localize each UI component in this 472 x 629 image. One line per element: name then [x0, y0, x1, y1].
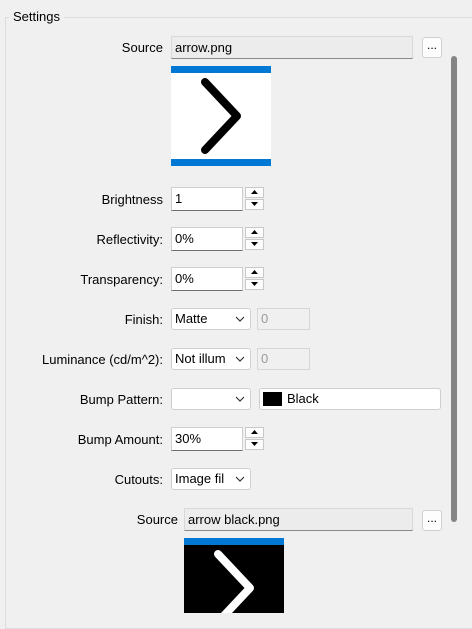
brightness-input[interactable]: 1 — [171, 187, 243, 211]
brightness-spin-down[interactable] — [245, 199, 264, 210]
color-swatch — [263, 392, 282, 406]
luminance-dropdown[interactable]: Not illum — [171, 348, 251, 370]
arrow-up-icon — [251, 190, 258, 194]
luminance-dropdown-value: Not illum — [175, 351, 226, 366]
arrow-up-icon — [251, 430, 258, 434]
reflectivity-spin-down[interactable] — [245, 239, 264, 250]
chevron-down-icon — [235, 356, 245, 362]
settings-group-title: Settings — [9, 9, 64, 24]
bump-pattern-label: Bump Pattern: — [79, 392, 163, 407]
bump-amount-spin-up[interactable] — [245, 427, 264, 438]
brightness-label: Brightness — [101, 192, 163, 207]
cutouts-label: Cutouts: — [114, 472, 163, 487]
finish-dropdown[interactable]: Matte — [171, 308, 251, 330]
arrow-down-icon — [251, 202, 258, 206]
arrow-up-icon — [251, 270, 258, 274]
source-label: Source — [121, 40, 163, 55]
browse-source-button[interactable]: ... — [422, 37, 442, 58]
chevron-down-icon — [235, 316, 245, 322]
chevron-down-icon — [235, 476, 245, 482]
arrow-down-icon — [251, 282, 258, 286]
bump-color-name: Black — [287, 391, 319, 406]
transparency-spin-up[interactable] — [245, 267, 264, 278]
transparency-label: Transparency: — [80, 272, 163, 287]
finish-dropdown-value: Matte — [175, 311, 208, 326]
luminance-value-field: 0 — [257, 348, 310, 370]
bump-color-button[interactable]: Black — [259, 388, 441, 410]
browse-cutout-source-button[interactable]: ... — [422, 510, 442, 531]
transparency-input[interactable]: 0% — [171, 267, 243, 291]
cutout-preview-image — [184, 538, 284, 613]
chevron-right-icon — [201, 78, 241, 154]
cutout-source-label: Source — [136, 512, 178, 527]
chevron-right-icon — [214, 550, 254, 613]
finish-label: Finish: — [124, 312, 163, 327]
source-field[interactable]: arrow.png — [171, 36, 413, 59]
cutouts-dropdown[interactable]: Image fil — [171, 468, 251, 490]
bump-amount-spin-down[interactable] — [245, 439, 264, 450]
bump-amount-label: Bump Amount: — [77, 432, 163, 447]
brightness-spin-up[interactable] — [245, 187, 264, 198]
reflectivity-spin-up[interactable] — [245, 227, 264, 238]
scrollbar-thumb[interactable] — [451, 56, 457, 522]
arrow-down-icon — [251, 442, 258, 446]
bump-pattern-dropdown[interactable] — [171, 388, 251, 410]
reflectivity-label: Reflectivity: — [96, 232, 163, 247]
arrow-up-icon — [251, 230, 258, 234]
luminance-label: Luminance (cd/m^2): — [42, 352, 163, 367]
cutouts-dropdown-value: Image fil — [175, 471, 225, 486]
chevron-down-icon — [235, 396, 245, 402]
bump-amount-input[interactable]: 30% — [171, 427, 243, 451]
cutout-source-field[interactable]: arrow black.png — [184, 508, 413, 531]
source-preview-image — [171, 66, 271, 166]
finish-value-field: 0 — [257, 308, 310, 330]
arrow-down-icon — [251, 242, 258, 246]
transparency-spin-down[interactable] — [245, 279, 264, 290]
reflectivity-input[interactable]: 0% — [171, 227, 243, 251]
